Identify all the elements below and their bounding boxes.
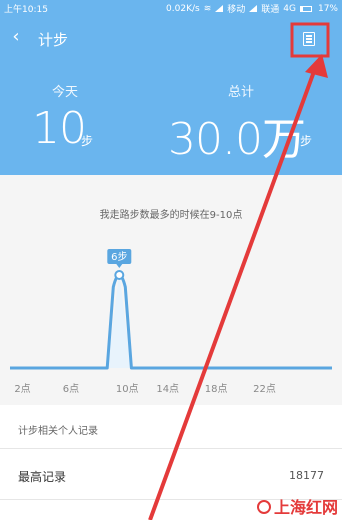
record-row[interactable]: 最高记录 18177 <box>0 449 342 499</box>
total-label: 总计 <box>228 85 255 100</box>
today-steps: 10 <box>32 103 87 154</box>
x-tick-label: 6点 <box>63 383 79 395</box>
x-tick-label: 22点 <box>253 383 276 395</box>
status-icons: 0.02K/s ≋ 移动 联通 4G 17% <box>166 2 338 16</box>
signal-icon <box>215 5 224 12</box>
status-bar: 上午10:15 0.02K/s ≋ 移动 联通 4G 17% <box>0 0 342 15</box>
total-steps: 30.0万 <box>168 114 306 165</box>
list-icon <box>303 32 315 46</box>
battery-icon <box>299 5 312 12</box>
today-unit: 步 <box>81 134 94 148</box>
chevron-left-icon: ‹ <box>12 26 20 47</box>
chart-area-fill <box>10 273 332 368</box>
battery-level: 17% <box>317 3 338 14</box>
page-title: 计步 <box>38 31 69 49</box>
chart-svg: 6步 2点 6点 10点 14点 18点 22点 <box>10 249 332 395</box>
x-tick-label: 2点 <box>14 383 30 395</box>
peak-label-pointer <box>116 264 123 268</box>
record-value: 18177 <box>289 469 324 482</box>
chart-series-line <box>10 273 332 370</box>
hourly-chart: 我走路步数最多的时候在9-10点 6步 2点 6点 10点 14点 18点 22点 <box>0 175 342 405</box>
today-label: 今天 <box>52 85 79 100</box>
status-time: 上午10:15 <box>4 5 48 15</box>
back-button[interactable]: ‹ <box>6 25 26 49</box>
wifi-icon: ≋ <box>203 3 212 14</box>
x-tick-label: 10点 <box>116 383 139 395</box>
chart-peak-point <box>114 270 125 280</box>
records-header: 计步相关个人记录 <box>18 426 98 437</box>
network-speed: 0.02K/s <box>166 3 200 14</box>
watermark-logo-icon <box>256 500 271 514</box>
network-type: 4G <box>283 3 296 14</box>
x-tick-label: 18点 <box>205 383 228 395</box>
summary-header: ‹ 计步 今天 10 步 总计 30.0万 步 <box>0 15 342 175</box>
x-tick-label: 14点 <box>156 383 179 395</box>
menu-button[interactable] <box>297 27 321 51</box>
carrier-1: 移动 <box>227 5 246 15</box>
carrier-2: 联通 <box>261 5 280 15</box>
peak-label: 6步 <box>111 251 127 263</box>
watermark: 上海红网 <box>256 494 338 518</box>
total-unit: 步 <box>300 134 313 148</box>
record-label: 最高记录 <box>18 470 67 484</box>
signal-icon-2 <box>249 5 258 12</box>
watermark-text: 上海红网 <box>273 498 338 517</box>
